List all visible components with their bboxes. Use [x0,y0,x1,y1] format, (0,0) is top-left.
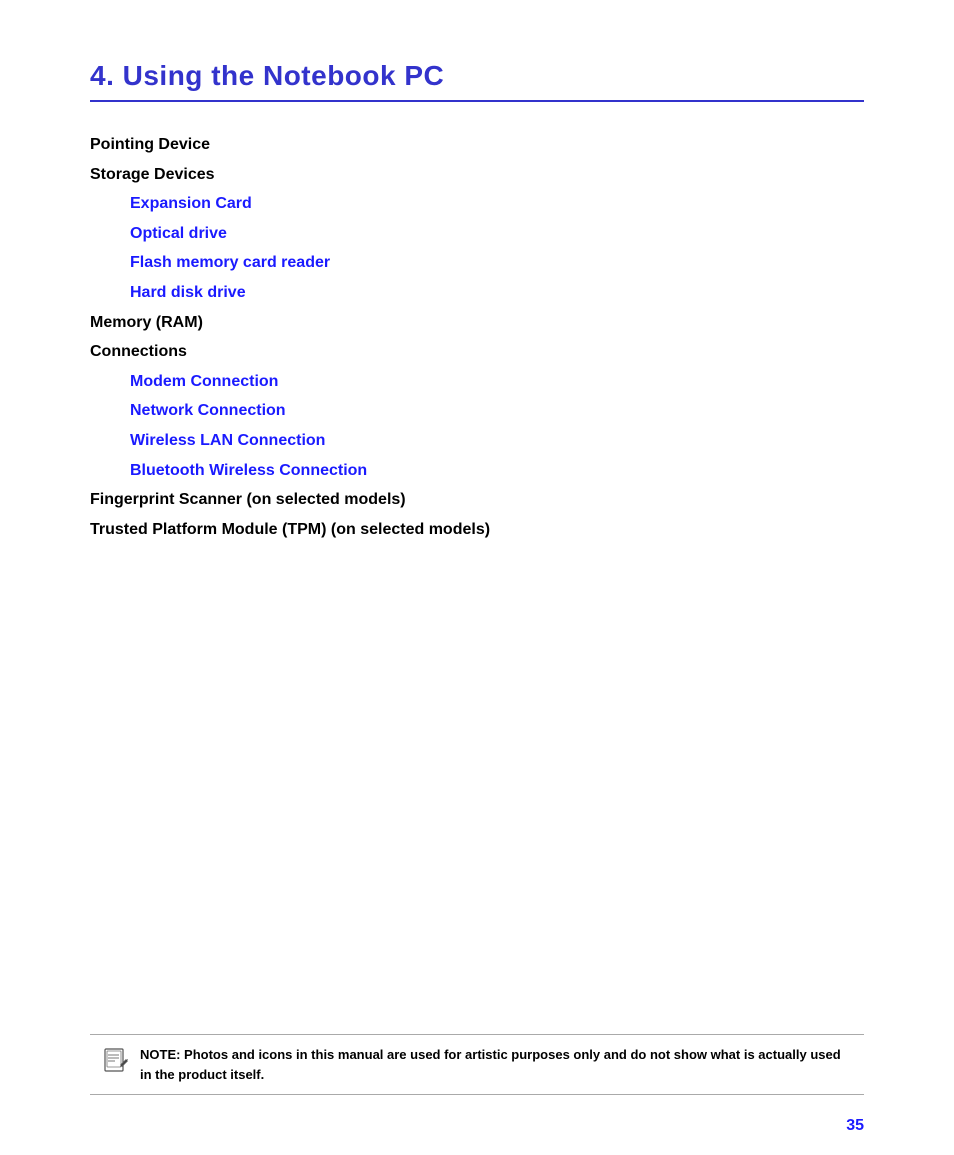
toc-item-wireless-lan: Wireless LAN Connection [90,426,864,456]
title-underline [90,100,864,102]
toc-item-fingerprint: Fingerprint Scanner (on selected models) [90,485,864,515]
toc-item-connections: Connections [90,337,864,367]
toc-list: Pointing Device Storage Devices Expansio… [90,130,864,544]
toc-item-flash-memory: Flash memory card reader [90,248,864,278]
toc-item-bluetooth: Bluetooth Wireless Connection [90,456,864,486]
toc-item-network-connection: Network Connection [90,396,864,426]
page-number: 35 [846,1117,864,1135]
note-icon [102,1047,130,1075]
toc-item-storage-devices: Storage Devices [90,160,864,190]
note-section: NOTE: Photos and icons in this manual ar… [90,1034,864,1095]
toc-item-tpm: Trusted Platform Module (TPM) (on select… [90,515,864,545]
toc-item-pointing-device: Pointing Device [90,130,864,160]
page-container: 4. Using the Notebook PC Pointing Device… [0,0,954,1155]
toc-item-hard-disk: Hard disk drive [90,278,864,308]
note-text: NOTE: Photos and icons in this manual ar… [140,1045,852,1084]
toc-item-optical-drive: Optical drive [90,219,864,249]
toc-item-modem-connection: Modem Connection [90,367,864,397]
toc-item-expansion-card: Expansion Card [90,189,864,219]
chapter-title: 4. Using the Notebook PC [90,60,864,92]
toc-item-memory-ram: Memory (RAM) [90,308,864,338]
